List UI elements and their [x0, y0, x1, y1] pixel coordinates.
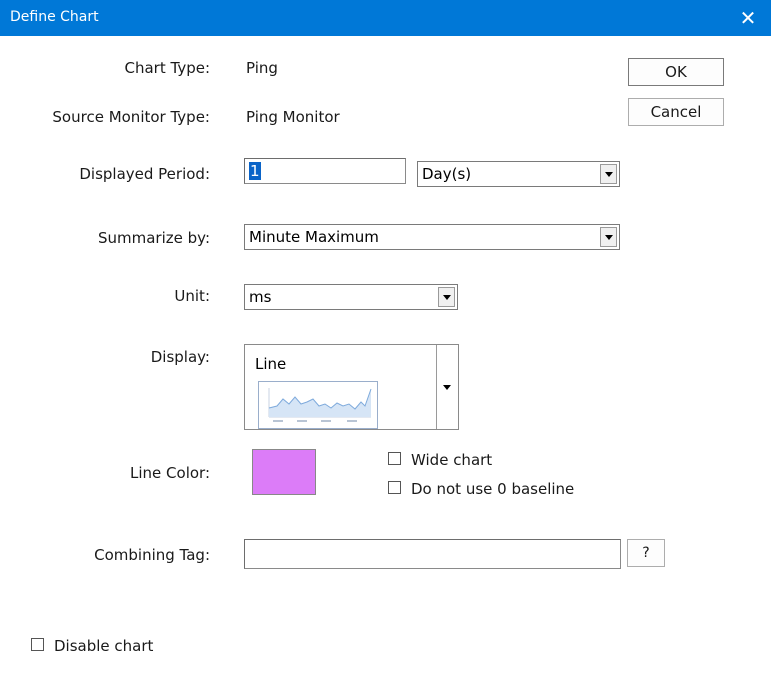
summarize-by-label: Summarize by:	[97, 229, 210, 247]
title-bar[interactable]: Define Chart ✕	[0, 0, 771, 36]
display-select[interactable]: Line	[244, 344, 459, 430]
line-chart-thumbnail-icon	[258, 381, 378, 429]
source-monitor-type-value: Ping Monitor	[246, 108, 340, 126]
displayed-period-label: Displayed Period:	[79, 165, 210, 183]
cancel-button[interactable]: Cancel	[628, 98, 724, 126]
wide-chart-label: Wide chart	[411, 451, 493, 469]
summarize-by-selected: Minute Maximum	[249, 228, 379, 246]
close-icon[interactable]: ✕	[725, 0, 771, 36]
period-unit-selected: Day(s)	[422, 165, 472, 183]
no-zero-baseline-checkbox[interactable]: Do not use 0 baseline	[388, 480, 574, 498]
line-color-label: Line Color:	[130, 464, 210, 482]
combining-tag-label: Combining Tag:	[94, 546, 210, 564]
checkbox-box[interactable]	[388, 481, 401, 494]
displayed-period-input[interactable]: 1	[244, 158, 406, 184]
checkbox-box[interactable]	[388, 452, 401, 465]
help-button[interactable]: ?	[627, 539, 665, 567]
checkbox-box[interactable]	[31, 638, 44, 651]
chevron-down-icon[interactable]	[600, 164, 617, 184]
chevron-down-icon[interactable]	[438, 287, 455, 307]
wide-chart-checkbox[interactable]: Wide chart	[388, 451, 492, 469]
line-color-swatch[interactable]	[252, 449, 316, 495]
unit-selected: ms	[249, 288, 272, 306]
window-title: Define Chart	[10, 9, 99, 25]
chevron-down-icon[interactable]	[600, 227, 617, 247]
define-chart-dialog: Define Chart ✕ Chart Type: Ping Source M…	[0, 0, 771, 673]
source-monitor-type-label: Source Monitor Type:	[52, 108, 210, 126]
ok-button[interactable]: OK	[628, 58, 724, 86]
combining-tag-input[interactable]	[244, 539, 621, 569]
no-zero-baseline-label: Do not use 0 baseline	[411, 480, 575, 498]
chart-type-label: Chart Type:	[124, 59, 211, 77]
display-selected: Line	[255, 355, 287, 373]
chart-type-value: Ping	[246, 59, 278, 77]
disable-chart-checkbox[interactable]: Disable chart	[31, 637, 153, 655]
display-label: Display:	[150, 348, 210, 366]
displayed-period-value: 1	[249, 162, 261, 180]
unit-label: Unit:	[174, 287, 210, 305]
period-unit-select[interactable]: Day(s)	[417, 161, 620, 187]
disable-chart-label: Disable chart	[54, 637, 154, 655]
summarize-by-select[interactable]: Minute Maximum	[244, 224, 620, 250]
chevron-down-icon[interactable]	[436, 345, 458, 429]
unit-select[interactable]: ms	[244, 284, 458, 310]
